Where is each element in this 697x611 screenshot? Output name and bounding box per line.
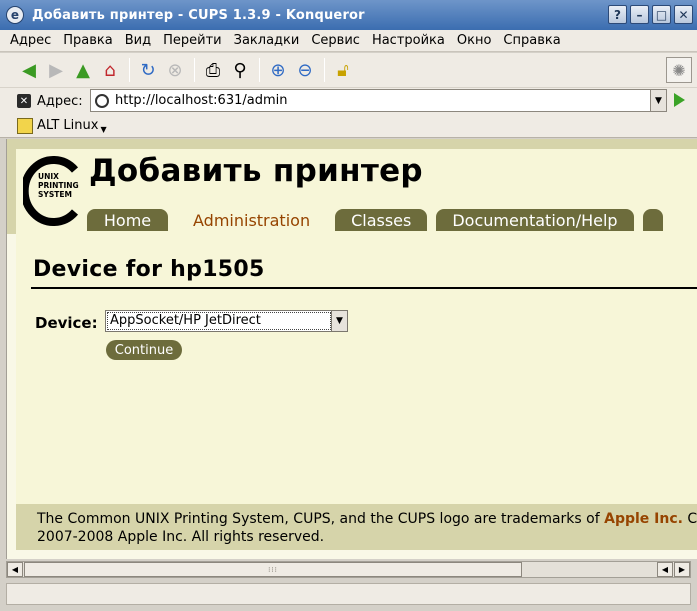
- url-text: http://localhost:631/admin: [115, 93, 288, 108]
- window-titlebar: e Добавить принтер - CUPS 1.3.9 - Konque…: [0, 0, 697, 30]
- security-icon[interactable]: 🔓︎: [330, 56, 356, 84]
- favicon-icon: [95, 93, 109, 108]
- menu-window[interactable]: Окно: [451, 33, 498, 48]
- chevron-down-icon[interactable]: ▼: [331, 311, 347, 331]
- up-icon[interactable]: ▲: [70, 56, 96, 84]
- forward-icon[interactable]: ▶: [43, 56, 69, 84]
- zoom-in-icon[interactable]: ⊕: [265, 56, 291, 84]
- konqueror-app-icon[interactable]: e: [6, 6, 24, 24]
- bookmark-toolbar: ALT Linux ▼: [0, 114, 697, 138]
- footer-text: The Common UNIX Printing System, CUPS, a…: [37, 511, 605, 527]
- page-footer: The Common UNIX Printing System, CUPS, a…: [16, 504, 697, 550]
- tab-classes[interactable]: Classes: [335, 209, 428, 231]
- toolbar-separator: [129, 58, 130, 82]
- minimize-button[interactable]: –: [630, 5, 649, 24]
- tab-home[interactable]: Home: [87, 209, 168, 231]
- main-toolbar: ◀ ▶ ▲ ⌂ ↻ ⊗ ⎙ ⚲ ⊕ ⊖ 🔓︎ ✺: [0, 53, 697, 88]
- cups-logo: UNIX PRINTING SYSTEM: [20, 156, 83, 226]
- window-controls: ? – □ ✕: [608, 5, 693, 24]
- apple-link[interactable]: Apple Inc.: [604, 511, 683, 527]
- close-button[interactable]: ✕: [674, 5, 693, 24]
- print-icon[interactable]: ⎙: [200, 56, 226, 84]
- url-history-dropdown[interactable]: ▼: [650, 90, 666, 111]
- help-button[interactable]: ?: [608, 5, 627, 24]
- scrollbar-thumb[interactable]: ⁞⁞⁞: [24, 562, 522, 577]
- section-title: Device for hp1505: [33, 257, 265, 282]
- web-content: UNIX PRINTING SYSTEM Добавить принтер Ho…: [6, 139, 697, 559]
- scroll-right-icon[interactable]: ▶: [674, 562, 690, 577]
- menu-bookmarks[interactable]: Закладки: [228, 33, 306, 48]
- clear-location-icon[interactable]: ✕: [17, 94, 31, 108]
- toolbar-separator: [194, 58, 195, 82]
- location-label: Адрес:: [37, 93, 83, 109]
- status-bar: [6, 583, 691, 605]
- horizontal-scrollbar[interactable]: ◀ ⁞⁞⁞ ◀ ▶: [6, 561, 691, 578]
- reload-icon[interactable]: ↻: [135, 56, 161, 84]
- logo-text-2: PRINTING: [38, 181, 79, 190]
- menu-go[interactable]: Перейти: [157, 33, 228, 48]
- home-icon[interactable]: ⌂: [97, 56, 123, 84]
- altlinux-bookmark-icon: [17, 117, 33, 134]
- menu-tools[interactable]: Сервис: [305, 33, 366, 48]
- toolbar-separator: [259, 58, 260, 82]
- continue-button[interactable]: Continue: [106, 340, 182, 360]
- menu-bar: Адрес Правка Вид Перейти Закладки Сервис…: [0, 30, 697, 52]
- device-label: Device:: [35, 314, 98, 332]
- logo-text-3: SYSTEM: [38, 190, 72, 199]
- location-bar: ✕ Адрес: http://localhost:631/admin ▼: [0, 88, 697, 114]
- tab-overflow[interactable]: [642, 209, 663, 231]
- scroll-left-secondary-icon[interactable]: ◀: [657, 562, 673, 577]
- back-icon[interactable]: ◀: [16, 56, 42, 84]
- menu-edit[interactable]: Правка: [57, 33, 118, 48]
- go-icon[interactable]: [674, 93, 685, 107]
- nav-tabs: Home Administration Classes Documentatio…: [87, 209, 672, 231]
- menu-settings[interactable]: Настройка: [366, 33, 451, 48]
- toolbar-separator: [324, 58, 325, 82]
- tab-documentation[interactable]: Documentation/Help: [436, 209, 634, 231]
- maximize-button[interactable]: □: [652, 5, 671, 24]
- url-input[interactable]: http://localhost:631/admin ▼: [90, 89, 667, 112]
- menu-view[interactable]: Вид: [119, 33, 157, 48]
- footer-copyright: 2007-2008 Apple Inc. All rights reserved…: [37, 529, 325, 545]
- footer-tail: CU: [687, 511, 697, 527]
- device-select[interactable]: AppSocket/HP JetDirect ▼: [105, 310, 348, 332]
- menu-location[interactable]: Адрес: [0, 33, 57, 48]
- page-title: Добавить принтер: [89, 153, 423, 189]
- tab-administration[interactable]: Administration: [177, 209, 327, 231]
- stop-icon[interactable]: ⊗: [162, 56, 188, 84]
- section-divider: [31, 287, 697, 289]
- logo-text-1: UNIX: [38, 172, 59, 181]
- device-selected-value: AppSocket/HP JetDirect: [107, 312, 331, 330]
- menu-help[interactable]: Справка: [497, 33, 566, 48]
- throbber-icon: ✺: [666, 57, 692, 83]
- find-icon[interactable]: ⚲: [227, 56, 253, 84]
- scroll-left-icon[interactable]: ◀: [7, 562, 23, 577]
- bookmark-alt-linux[interactable]: ALT Linux: [37, 118, 98, 133]
- window-title: Добавить принтер - CUPS 1.3.9 - Konquero…: [32, 7, 365, 23]
- bookmark-dropdown-icon[interactable]: ▼: [100, 125, 106, 134]
- zoom-out-icon[interactable]: ⊖: [292, 56, 318, 84]
